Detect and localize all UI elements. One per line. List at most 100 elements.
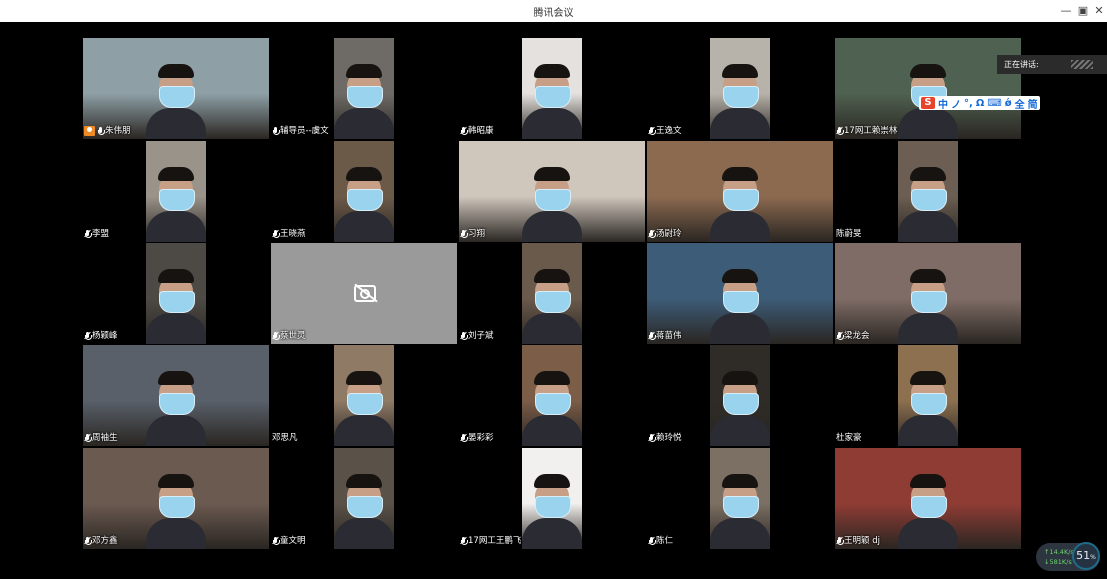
participant-video — [459, 141, 645, 242]
participant-tile[interactable]: 杨颖峰 — [83, 243, 269, 344]
video-content — [158, 64, 194, 78]
participant-tile[interactable]: 邓思凡 — [271, 345, 457, 446]
participant-name: 邓方鑫 — [92, 536, 118, 546]
network-monitor[interactable]: ↑14.4K/s ↓581K/s 51% — [1036, 542, 1100, 571]
window-titlebar: 腾讯会议 — ▣ ✕ — [0, 0, 1107, 22]
participant-label: 周袖生 — [84, 432, 118, 444]
ime-toolbar-item[interactable]: Ω — [976, 98, 985, 109]
participant-tile[interactable]: 王明颖 dj — [835, 448, 1021, 549]
participant-label: 17网工赖崇林 — [836, 125, 897, 137]
mic-muted-icon — [648, 229, 656, 239]
participant-name: 刘子斌 — [468, 331, 494, 341]
participant-tile[interactable]: 朱伟朋 — [83, 38, 269, 139]
video-content — [535, 86, 571, 108]
host-icon — [84, 126, 95, 136]
video-content — [911, 393, 947, 415]
participant-name: 17网工王鹏飞 — [468, 536, 522, 546]
participant-name: 蔡世灵 — [280, 331, 306, 341]
ime-toolbar-item[interactable]: 简 — [1028, 96, 1038, 111]
video-content — [334, 211, 394, 242]
ime-toolbar-item[interactable]: 全 — [1015, 96, 1025, 111]
audio-wave-icon — [1071, 60, 1093, 69]
video-content — [710, 108, 770, 139]
video-content — [146, 415, 206, 446]
speaking-label: 正在讲话: — [1004, 60, 1039, 69]
video-content — [146, 518, 206, 549]
mic-icon — [97, 126, 105, 136]
participant-tile[interactable]: 汤尉玲 — [647, 141, 833, 242]
participant-video — [647, 141, 833, 242]
video-content — [347, 496, 383, 518]
video-content — [535, 291, 571, 313]
participant-tile[interactable]: 陈蔚旻 — [835, 141, 1021, 242]
participant-video — [522, 345, 582, 446]
video-content — [722, 371, 758, 385]
video-content — [710, 313, 770, 344]
participant-name: 赖玲悦 — [656, 433, 682, 443]
participant-tile[interactable]: 辅导员--虞文 — [271, 38, 457, 139]
upload-rate: ↑14.4K/s — [1044, 548, 1074, 556]
participant-tile[interactable]: 陈仁 — [647, 448, 833, 549]
camera-off-icon — [354, 285, 376, 302]
participant-video — [522, 448, 582, 549]
close-icon[interactable]: ✕ — [1091, 3, 1107, 19]
video-content — [723, 291, 759, 313]
video-content — [534, 371, 570, 385]
video-content — [334, 108, 394, 139]
participant-tile[interactable]: 邓方鑫 — [83, 448, 269, 549]
video-content — [534, 474, 570, 488]
ime-logo-icon[interactable]: S — [921, 97, 935, 109]
video-content — [910, 167, 946, 181]
participant-name: 童文明 — [280, 536, 306, 546]
participant-tile[interactable]: 童文明 — [271, 448, 457, 549]
ime-toolbar-item[interactable]: ⌨ — [987, 98, 1001, 109]
ime-toolbar-item[interactable]: ノ — [951, 96, 961, 111]
participant-tile[interactable]: 蔡世灵 — [271, 243, 457, 344]
ime-toolbar-item[interactable]: 中 — [938, 96, 948, 111]
video-content — [346, 474, 382, 488]
mic-muted-icon — [460, 229, 468, 239]
participant-name: 习翔 — [468, 229, 486, 239]
video-content — [158, 474, 194, 488]
video-content — [146, 313, 206, 344]
participant-tile[interactable]: 赖玲悦 — [647, 345, 833, 446]
participant-label: 辅导员--虞文 — [272, 125, 329, 137]
ime-toolbar[interactable]: S 中ノ °, Ω ⌨ ǿ 全简 — [919, 96, 1040, 111]
participant-tile[interactable]: 王逸文 — [647, 38, 833, 139]
participant-tile[interactable]: 习翔 — [459, 141, 645, 242]
participant-label: 王明颖 dj — [836, 535, 880, 547]
participant-tile[interactable]: 17网工赖崇林 — [835, 38, 1021, 139]
video-content — [535, 496, 571, 518]
video-content — [522, 518, 582, 549]
participant-tile[interactable]: 17网工王鹏飞 — [459, 448, 645, 549]
participant-video — [334, 448, 394, 549]
video-content — [522, 108, 582, 139]
video-content — [347, 393, 383, 415]
participant-tile[interactable]: 梁龙会 — [835, 243, 1021, 344]
participant-name: 周袖生 — [92, 433, 118, 443]
participant-name: 17网工赖崇林 — [844, 126, 898, 136]
ime-toolbar-item[interactable]: ǿ — [1005, 98, 1012, 109]
participant-video — [146, 243, 206, 344]
participant-tile[interactable]: 王晓燕 — [271, 141, 457, 242]
ime-toolbar-item[interactable]: °, — [964, 98, 973, 109]
minimize-icon[interactable]: — — [1058, 3, 1074, 19]
participant-video — [83, 38, 269, 139]
participant-tile[interactable]: 杜家豪 — [835, 345, 1021, 446]
participant-tile[interactable]: 李盟 — [83, 141, 269, 242]
restore-icon[interactable]: ▣ — [1075, 3, 1091, 19]
participant-name: 朱伟朋 — [105, 126, 131, 136]
participant-name: 晏彩彩 — [468, 433, 494, 443]
video-content — [159, 393, 195, 415]
mic-muted-icon — [648, 433, 656, 443]
participant-tile[interactable]: 蒋苗伟 — [647, 243, 833, 344]
participant-tile[interactable]: 周袖生 — [83, 345, 269, 446]
participant-tile[interactable]: 晏彩彩 — [459, 345, 645, 446]
participant-video — [146, 141, 206, 242]
participant-tile[interactable]: 韩昭康 — [459, 38, 645, 139]
participant-tile[interactable]: 刘子斌 — [459, 243, 645, 344]
participant-label: 习翔 — [460, 228, 485, 240]
video-content — [146, 108, 206, 139]
video-content — [346, 64, 382, 78]
video-content — [722, 474, 758, 488]
